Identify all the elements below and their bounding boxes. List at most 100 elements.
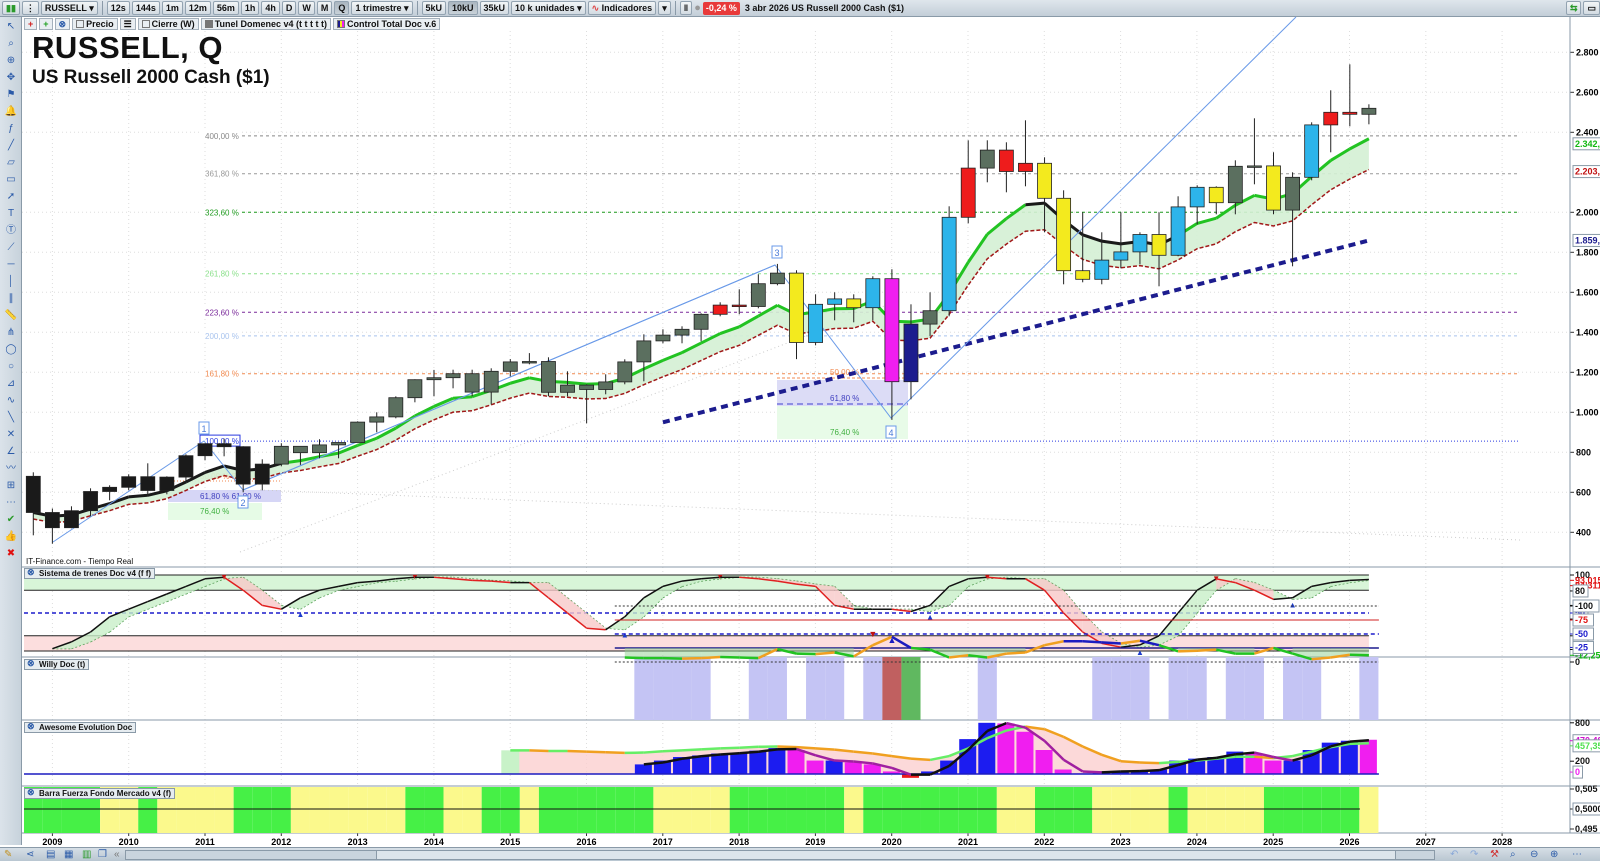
wave-label-2: 2 [240,498,245,508]
candle [637,341,651,362]
willy-shaded-zone [1359,657,1378,720]
barra-segment [921,787,940,833]
barra-segment [1321,787,1340,833]
x-tick-label: 2027 [1416,837,1436,847]
candle [370,417,384,422]
elliott-channel-line [243,265,775,490]
y-tick-label: 2.400 [1576,127,1599,137]
data-source: IT-Finance.com - Tiempo Real [26,557,133,566]
y-tick-label: 1.200 [1576,367,1599,377]
sell-signal-icon: ▼ [868,629,877,639]
awesome-signal-line [777,746,796,747]
candle [961,168,975,217]
candle [84,492,98,511]
willy-line [1006,652,1025,653]
willy-line [1102,642,1121,643]
awesome-signal-line [1350,743,1369,744]
chart-canvas[interactable]: 2009201020112012201320142015201620172018… [0,0,1600,861]
candle [255,464,269,484]
barra-segment [615,787,634,833]
barra-segment [1149,787,1168,833]
willy-line [682,658,701,659]
barra-segment [901,787,920,833]
willy-red-zone [882,657,901,720]
panel-header-barra[interactable]: Barra Fuerza Fondo Mercado v4 (f) [24,788,175,799]
willy-shaded-zone [863,657,882,720]
fib-level-label: 400,00 % [205,132,239,141]
fib-level-label: 200,00 % [205,332,239,341]
willy-shaded-zone [1169,657,1188,720]
barra-segment [882,787,901,833]
candle [1228,166,1242,202]
strategy-icon[interactable]: ▥ [82,848,91,862]
awesome-bar [1284,761,1301,774]
willy-line [1178,651,1197,652]
awesome-bar [826,761,843,774]
crosshair-icon[interactable]: ⋯ [1572,848,1582,862]
candle [465,374,479,392]
panel-header-awesome[interactable]: Awesome Evolution Doc [24,722,136,733]
notes-icon[interactable]: ▦ [64,848,73,862]
candle [751,284,765,307]
candle [1095,260,1109,279]
candle [561,385,575,392]
fib-level-label: 323,60 % [205,208,239,217]
panel-header-trenes[interactable]: Sistema de trenes Doc v4 (f f) [24,568,155,579]
x-tick-label: 2022 [1034,837,1054,847]
chart-title: RUSSELL, Q [32,30,223,66]
tunnel-main-line [1025,203,1044,205]
x-tick-label: 2025 [1263,837,1283,847]
zoom-fit-icon[interactable]: ⌕ [1510,848,1516,862]
awesome-bar [1036,750,1053,774]
autoscale-icon[interactable]: ⚒ [1490,848,1499,862]
willy-shaded-zone [672,657,691,720]
barra-segment [539,787,558,833]
barra-segment [1302,787,1321,833]
barra-segment [1092,787,1111,833]
awesome-signal-line [1159,762,1178,763]
trenes-fill [1064,590,1083,632]
x-tick-label: 2026 [1339,837,1359,847]
candle [389,398,403,417]
candle [770,273,784,284]
panel-header-willy[interactable]: Willy Doc (t) [24,659,89,670]
share-icon[interactable]: ⋖ [26,848,34,862]
willy-shaded-zone [692,657,711,720]
barra-segment [768,787,787,833]
zoom-in-icon[interactable]: ⊕ [1550,848,1558,862]
willy-green-zone [901,657,920,720]
chat-icon[interactable]: ▤ [46,848,55,862]
willy-shaded-zone [825,657,844,720]
candle [351,422,365,442]
x-tick-label: 2020 [882,837,902,847]
barra-tick-label: 0,495 [1575,824,1598,834]
barra-segment [711,787,730,833]
retracement-label: 61,80 % [830,394,859,403]
awesome-fast-line [1102,771,1121,772]
barra-segment [1226,787,1245,833]
willy-line [1197,650,1216,651]
candle [408,380,422,398]
candle [1057,198,1071,270]
wave-label-3: 3 [774,248,779,258]
candle [694,314,708,329]
willy-line [816,652,835,654]
redo-icon[interactable]: ↷ [1470,848,1478,862]
awesome-fast-line [739,752,758,753]
collapse-icon[interactable]: « [114,848,120,862]
candle [618,362,632,382]
barra-segment [1359,787,1378,833]
draw-pen-icon[interactable]: ✎ [4,848,12,862]
zoom-out-icon[interactable]: ⊖ [1530,848,1538,862]
horizontal-scrollbar[interactable] [125,850,1435,860]
scrollbar-thumb[interactable] [376,851,1396,859]
trenes-fill [568,598,587,628]
windows-icon[interactable]: ❐ [98,848,107,862]
barra-segment [997,787,1016,833]
undo-icon[interactable]: ↶ [1450,848,1458,862]
barra-tick-label: 0,505 [1575,784,1598,794]
x-tick-label: 2010 [119,837,139,847]
awesome-bar [788,750,805,774]
awesome-bar [730,753,747,774]
barra-segment [424,787,443,833]
